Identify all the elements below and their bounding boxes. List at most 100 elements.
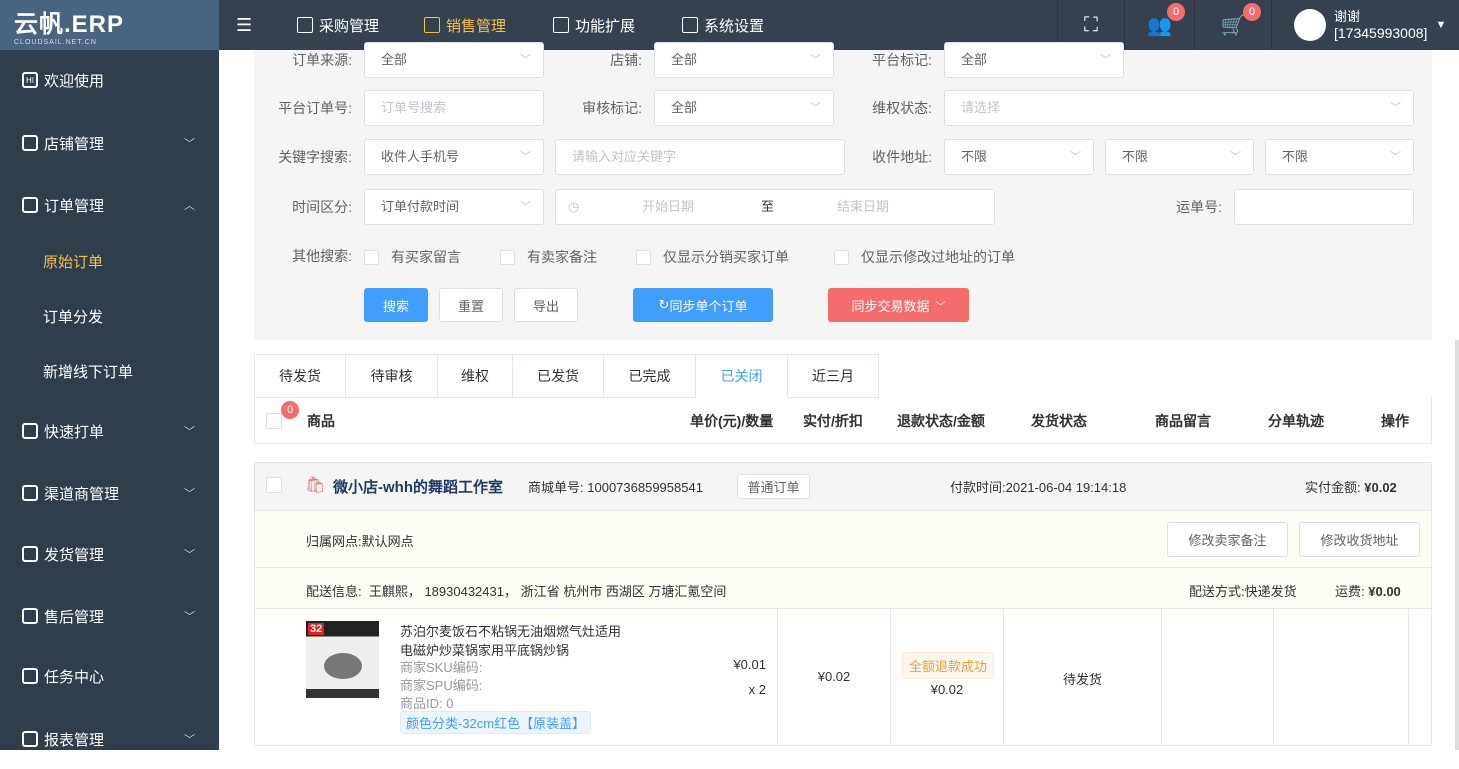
cart-button[interactable]: 🛒 0 [1194,0,1271,50]
value: 不限 [1282,149,1309,164]
end-date[interactable]: 结束日期 [837,190,889,224]
refresh-icon: ↻ [658,297,670,312]
keyword-type-select[interactable]: 收件人手机号 ﹀ [364,139,544,175]
sidebar-sub-dispatch[interactable]: 订单分发 [0,289,219,344]
product-title[interactable]: 苏泊尔麦饭石不粘锅无油烟燃气灶适用 电磁炉炒菜锅家用平底锅炒锅 [400,622,621,660]
wok-shape [324,653,362,679]
check-seller-note[interactable]: 有卖家备注 [500,247,597,267]
sidebar-item-reports[interactable]: 报表管理 ﹀ [0,709,219,769]
reset-button[interactable]: 重置 [439,288,503,322]
label: 有买家留言 [391,249,461,265]
divider [890,609,891,745]
ship-status: 待发货 [1062,672,1102,687]
value: ¥0.02 [1364,480,1397,495]
label: 仅显示修改过地址的订单 [861,249,1015,265]
tab-rights[interactable]: 维权 [438,354,513,398]
check-modified-address[interactable]: 仅显示修改过地址的订单 [834,247,1015,267]
tab-shipped[interactable]: 已发货 [513,354,604,398]
shop-select[interactable]: 全部 ﹀ [654,42,834,78]
select-all-checkbox[interactable] [266,413,282,429]
keyword-input[interactable]: 请输入对应关键字 [555,139,845,175]
city-select[interactable]: 不限 ﹀ [1105,139,1254,175]
sidebar-sub-offline[interactable]: 新增线下订单 [0,344,219,399]
chevron-down-icon: ﹀ [184,138,195,150]
label: 仅显示分销买家订单 [663,249,789,265]
report-icon [22,731,38,747]
outlet: 归属网点:默认网点 [306,534,414,549]
label: 任务中心 [44,668,105,686]
district-select[interactable]: 不限 ﹀ [1265,139,1414,175]
label: 发货管理 [44,546,105,564]
edit-address-button[interactable]: 修改收货地址 [1299,522,1420,557]
chart-icon [424,17,440,33]
chevron-down-icon: ﹀ [1100,54,1111,66]
sidebar-item-print[interactable]: 快速打单 ﹀ [0,401,219,461]
check-distribution[interactable]: 仅显示分销买家订单 [636,247,789,267]
date-range-picker[interactable]: ◷ 开始日期 至 结束日期 [555,189,995,225]
checkbox[interactable] [364,249,379,265]
label: 渠道商管理 [44,485,120,503]
sidebar-item-aftersale[interactable]: 售后管理 ﹀ [0,586,219,646]
platform-order-input[interactable]: 订单号搜索 [364,90,544,126]
checkbox[interactable] [834,249,849,265]
product-image[interactable]: 32 [306,621,379,698]
start-date[interactable]: 开始日期 [642,190,694,224]
order-checkbox[interactable] [266,477,282,493]
tab-completed[interactable]: 已完成 [604,354,696,398]
sidebar-item-welcome[interactable]: HI 欢迎使用 [0,50,219,110]
sidebar-item-tasks[interactable]: 任务中心 [0,646,219,706]
tab-pending-ship[interactable]: 待发货 [254,354,346,398]
menu-toggle-icon[interactable]: ☰ [236,0,252,50]
store-icon [22,135,38,151]
export-button[interactable]: 导出 [514,288,578,322]
col-ship: 发货状态 [1031,413,1087,429]
sidebar-item-channel[interactable]: 渠道商管理 ﹀ [0,463,219,523]
search-button[interactable]: 搜索 [364,288,428,322]
sidebar-sub-raw-orders[interactable]: 原始订单 [0,234,219,289]
user-menu[interactable]: 谢谢 [17345993008] ▼ [1271,0,1459,50]
waybill-input[interactable] [1234,189,1414,225]
chevron-down-icon: ﹀ [184,611,195,623]
product-meta: 商家SKU编码: 商家SPU编码: 商品ID: 0 [400,659,482,713]
col-paid: 实付/折扣 [803,413,863,429]
shop-name[interactable]: 微小店-whh的舞蹈工作室 [333,476,503,497]
sidebar-item-shipping[interactable]: 发货管理 ﹀ [0,524,219,584]
tab-closed[interactable]: 已关闭 [696,354,788,398]
rights-status-select[interactable]: 请选择 ﹀ [944,90,1414,126]
audit-mark-select[interactable]: 全部 ﹀ [654,90,834,126]
scrollbar[interactable] [1455,340,1459,750]
sidebar: 云帆.ERP CLOUDSAIL.NET.CN HI 欢迎使用 店铺管理 ﹀ 订单管理… [0,0,219,750]
col-msg: 商品留言 [1155,413,1211,429]
edit-seller-note-button[interactable]: 修改卖家备注 [1167,522,1288,557]
time-type-select[interactable]: 订单付款时间 ﹀ [364,189,544,225]
tab-pending-audit[interactable]: 待审核 [346,354,438,398]
col-price-qty: 单价(元)/数量 [690,413,774,429]
platform-mark-select[interactable]: 全部 ﹀ [944,42,1124,78]
hi-icon: HI [22,72,38,88]
sidebar-item-shop[interactable]: 店铺管理 ﹀ [0,113,219,173]
title-line: 电磁炉炒菜锅家用平底锅炒锅 [400,643,570,658]
tab-last-three-months[interactable]: 近三月 [788,354,879,398]
checkbox[interactable] [500,249,515,265]
province-select[interactable]: 不限 ﹀ [944,139,1094,175]
order-source-select[interactable]: 全部 ﹀ [364,42,544,78]
divider [1161,609,1162,745]
logo-sub: CLOUDSAIL.NET.CN [14,39,97,46]
chevron-down-icon: ﹀ [935,301,946,313]
sync-single-order-button[interactable]: ↻ 同步单个订单 [633,288,773,322]
check-buyer-msg[interactable]: 有买家留言 [364,247,461,267]
team-button[interactable]: 👥 0 [1124,0,1194,50]
label: 采购管理 [319,17,380,35]
logo-text: 云帆.ERP [14,11,125,38]
sync-trade-data-button[interactable]: 同步交易数据 ﹀ [828,288,969,322]
logo[interactable]: 云帆.ERP CLOUDSAIL.NET.CN [0,0,219,50]
sidebar-item-orders[interactable]: 订单管理 ︿ [0,175,219,235]
sku: 商家SKU编码: [400,660,483,675]
checkbox[interactable] [636,249,651,265]
chevron-down-icon: ﹀ [520,54,531,66]
label: 关键字搜索: [278,149,352,165]
chevron-down-icon: ﹀ [520,151,531,163]
label: 报表管理 [44,731,105,749]
label: 付款时间: [950,480,1006,495]
mall-order-no: 商城单号: 100073685995854​1 [528,477,703,496]
